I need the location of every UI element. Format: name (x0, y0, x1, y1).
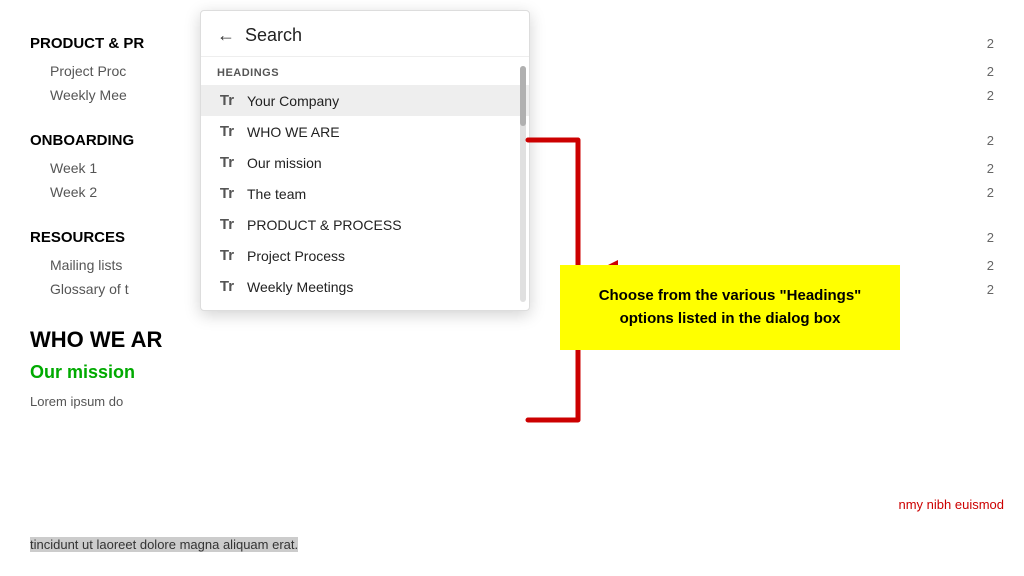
doc-number-8: 2 (987, 280, 994, 301)
heading-item-0[interactable]: Tr Your Company (201, 85, 529, 116)
heading-item-2[interactable]: Tr Our mission (201, 147, 529, 178)
search-title: Search (245, 25, 302, 46)
heading-item-5[interactable]: Tr Project Process (201, 240, 529, 271)
tt-icon-6: Tr (217, 278, 237, 295)
tt-icon-2: Tr (217, 154, 237, 171)
heading-item-1[interactable]: Tr WHO WE ARE (201, 116, 529, 147)
panel-scrollbar-thumb (520, 66, 526, 126)
back-button[interactable]: ← (217, 25, 235, 46)
heading-item-text-5: Project Process (247, 248, 345, 264)
doc-number-6: 2 (987, 228, 994, 249)
doc-body2-section: tincidunt ut laoreet dolore magna aliqua… (30, 535, 298, 556)
tt-icon-3: Tr (217, 185, 237, 202)
doc-body-section: Lorem ipsum do nmy nibh euismod (30, 392, 994, 413)
doc-item-glossary: Glossary of t (30, 278, 129, 300)
heading-item-4[interactable]: Tr PRODUCT & PROCESS (201, 209, 529, 240)
tt-icon-4: Tr (217, 216, 237, 233)
doc-heading-product: PRODUCT & PR (30, 32, 144, 56)
doc-number-7: 2 (987, 256, 994, 277)
doc-item-mailinglists: Mailing lists (30, 254, 122, 276)
heading-item-text-4: PRODUCT & PROCESS (247, 217, 402, 233)
doc-heading-resources: RESOURCES (30, 226, 125, 250)
doc-h2: Our mission (30, 362, 135, 382)
heading-item-text-3: The team (247, 186, 306, 202)
doc-h2-section: Our mission (30, 358, 994, 387)
tooltip-text: Choose from the various "Headings" optio… (599, 287, 862, 327)
tt-icon-5: Tr (217, 247, 237, 264)
doc-number-5: 2 (987, 183, 994, 204)
tt-icon-1: Tr (217, 123, 237, 140)
heading-item-text-6: Weekly Meetings (247, 279, 353, 295)
doc-item-weeklymee: Weekly Mee (30, 84, 127, 106)
doc-heading-onboarding: ONBOARDING (30, 129, 134, 153)
doc-item-week2: Week 2 (30, 181, 97, 203)
doc-item-projproc: Project Proc (30, 60, 126, 82)
search-header: ← Search (201, 11, 529, 57)
headings-section-label: HEADINGS (201, 57, 529, 85)
heading-item-text-2: Our mission (247, 155, 322, 171)
doc-body1: Lorem ipsum do (30, 394, 123, 409)
heading-item-3[interactable]: Tr The team (201, 178, 529, 209)
doc-h1: WHO WE AR (30, 327, 162, 352)
heading-item-6[interactable]: Tr Weekly Meetings (201, 271, 529, 302)
doc-number-2: 2 (987, 86, 994, 107)
search-panel: ← Search HEADINGS Tr Your Company Tr WHO… (200, 10, 530, 311)
doc-number-3: 2 (987, 131, 994, 152)
doc-body-right: nmy nibh euismod (899, 495, 1005, 516)
doc-number-1: 2 (987, 62, 994, 83)
doc-number-0: 2 (987, 34, 994, 55)
tt-icon-0: Tr (217, 92, 237, 109)
doc-body2-highlight: tincidunt ut laoreet dolore magna aliqua… (30, 537, 298, 552)
heading-item-text-1: WHO WE ARE (247, 124, 340, 140)
doc-number-4: 2 (987, 159, 994, 180)
doc-item-week1: Week 1 (30, 157, 97, 179)
tooltip-box: Choose from the various "Headings" optio… (560, 265, 900, 350)
heading-item-text-0: Your Company (247, 93, 339, 109)
